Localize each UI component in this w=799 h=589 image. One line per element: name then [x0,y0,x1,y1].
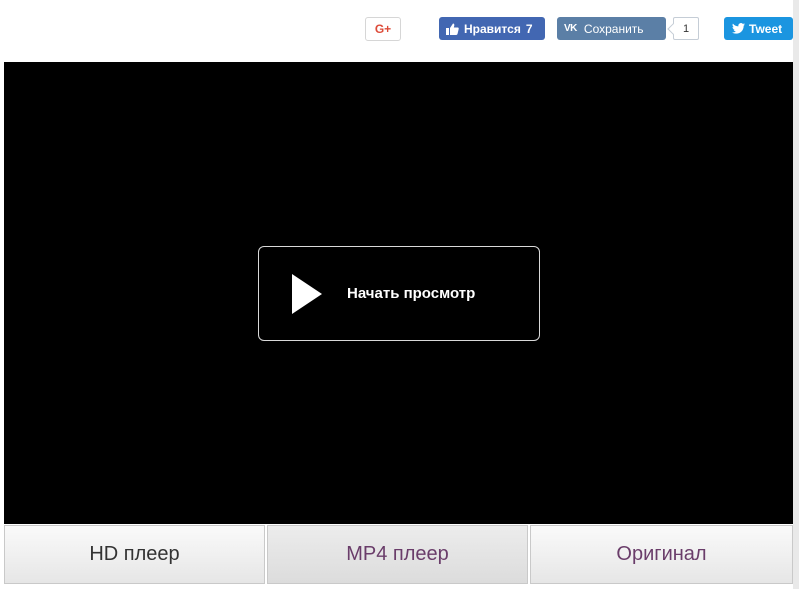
tab-original[interactable]: Оригинал [530,525,793,584]
vk-save-button[interactable]: VK Сохранить [557,17,666,40]
google-plus-icon: G+ [374,22,392,36]
start-viewing-label: Начать просмотр [347,285,476,302]
social-share-bar: G+ Нравится 7 VK Сохранить 1 Tweet [0,0,799,60]
thumbs-up-icon [446,23,459,35]
tab-hd-player[interactable]: HD плеер [4,525,265,584]
start-viewing-button[interactable]: Начать просмотр [258,246,540,341]
tweet-button[interactable]: Tweet [724,17,793,40]
play-icon [292,273,322,314]
tweet-label: Tweet [749,21,783,36]
facebook-like-label: Нравится [464,21,521,36]
vk-share-count: 1 [673,17,699,40]
page-edge [793,0,799,589]
vk-save-label: Сохранить [583,21,644,36]
facebook-like-count: 7 [525,21,533,36]
video-player[interactable]: Начать просмотр [4,62,793,524]
google-plus-button[interactable]: G+ [365,17,401,41]
player-tabs: HD плеер MP4 плеер Оригинал [4,525,793,584]
twitter-bird-icon [732,23,745,34]
vk-icon: VK [564,23,577,34]
tab-mp4-player[interactable]: MP4 плеер [267,525,528,584]
facebook-like-button[interactable]: Нравится 7 [439,17,545,40]
